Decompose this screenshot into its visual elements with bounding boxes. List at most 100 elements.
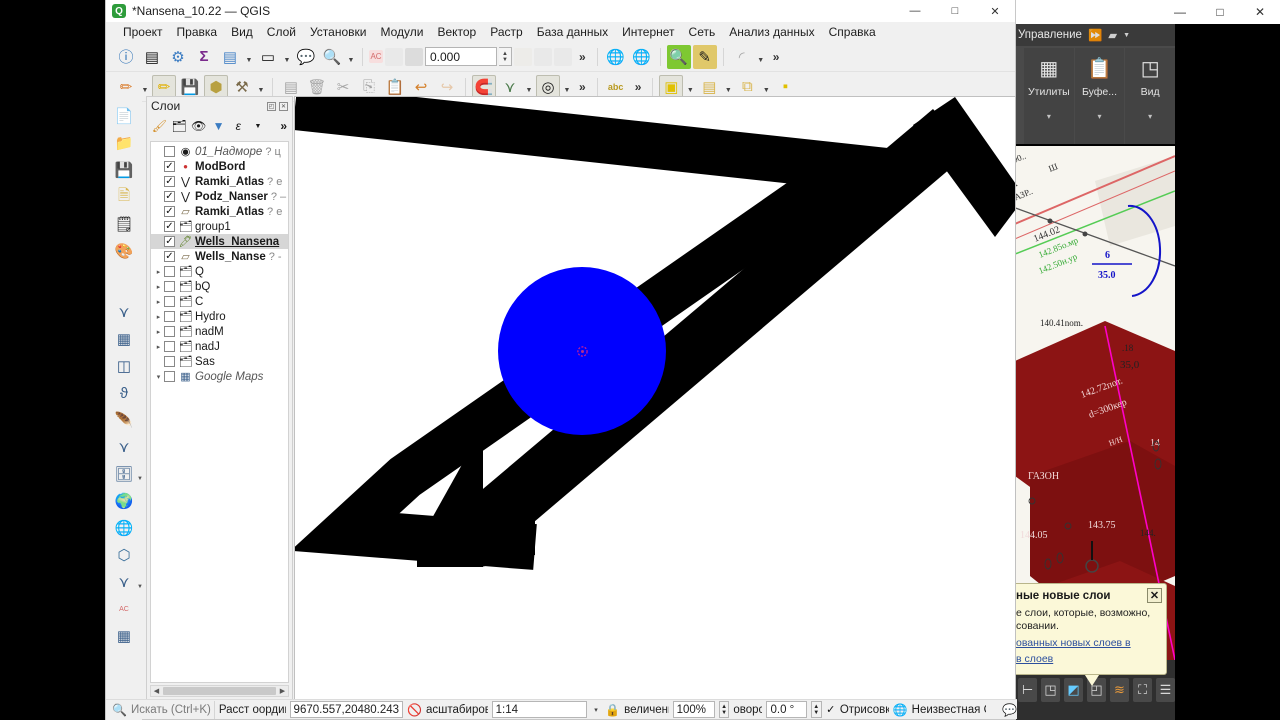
panel-overflow-button[interactable]: » (275, 117, 292, 135)
chevron-down-icon[interactable]: ▾ (591, 706, 601, 714)
menu-help[interactable]: Справка (822, 22, 883, 42)
magnifier-spinner[interactable]: ▲ ▼ (718, 701, 730, 718)
chevron-down-icon[interactable]: ▾ (1047, 112, 1051, 121)
select-features-icon[interactable]: ▣ (659, 74, 684, 99)
ribbon-tab-label[interactable]: Управление (1018, 29, 1082, 41)
annotation-ac-icon[interactable]: AC (369, 50, 383, 63)
scrollbar-thumb[interactable] (163, 687, 276, 695)
statistical-summary-icon[interactable]: Σ (192, 45, 216, 69)
abacus-icon[interactable]: ▤ (140, 45, 164, 69)
current-edits-icon[interactable]: ✏ (114, 75, 138, 99)
chevron-down-icon[interactable]: ▼ (250, 117, 267, 135)
select-value-icon[interactable]: ▪ (773, 75, 797, 99)
measure-line-icon[interactable]: ▭ (256, 45, 280, 69)
menu-mesh[interactable]: Сеть (682, 22, 723, 42)
chevron-down-icon[interactable]: ▼ (346, 45, 356, 69)
bg-minimize-button[interactable]: — (1160, 0, 1200, 24)
menu-settings[interactable]: Установки (303, 22, 373, 42)
close-button[interactable]: ✕ (975, 0, 1015, 22)
layer-row-11[interactable]: ▸ 🗂 Hydro (151, 309, 288, 324)
ortho-icon[interactable]: ⊢ (1018, 678, 1037, 702)
chevron-down-icon[interactable]: ▼ (723, 75, 733, 99)
save-project-icon[interactable]: 💾 (111, 158, 137, 182)
expand-toggle[interactable]: ▾ (153, 373, 164, 381)
layer-checkbox[interactable]: ✓ (164, 206, 175, 217)
layer-checkbox[interactable] (164, 371, 175, 382)
layer-checkbox[interactable] (164, 326, 175, 337)
select-by-expression-icon[interactable]: ▤ (697, 75, 721, 99)
rotation-field[interactable]: 0.0 ° (766, 701, 807, 718)
chevron-down-icon[interactable]: ▼ (140, 75, 150, 99)
menu-raster[interactable]: Растр (483, 22, 529, 42)
expand-toggle[interactable]: ▸ (153, 268, 164, 276)
expand-toggle[interactable]: ▸ (153, 298, 164, 306)
layer-row-15[interactable]: ▾ ▦ Google Maps (151, 369, 288, 384)
layer-checkbox[interactable]: ✓ (164, 236, 175, 247)
metasearch-icon[interactable]: 🌐 (630, 45, 654, 69)
bg-close-button[interactable]: ✕ (1240, 0, 1280, 24)
numeric-value-field[interactable]: 0.000 (425, 47, 497, 66)
chevron-down-icon[interactable]: ▼ (756, 45, 766, 69)
zoom-full-icon[interactable]: 🔍 (666, 44, 691, 69)
chevron-down-icon[interactable]: ▼ (685, 75, 695, 99)
coordinate-field[interactable]: 9670.557,20480.243 (289, 701, 404, 718)
layer-checkbox[interactable]: ✓ (164, 251, 175, 262)
layer-checkbox[interactable] (164, 356, 175, 367)
layer-row-6[interactable]: ✓ 🖊 Wells_Nansena (151, 234, 288, 249)
chevron-down-icon[interactable]: ▾ (1148, 112, 1152, 121)
chevron-down-icon[interactable]: ▼ (524, 75, 534, 99)
expression-filter-icon[interactable]: ε (230, 117, 247, 135)
scroll-right-icon[interactable]: ▶ (277, 687, 288, 695)
layer-checkbox[interactable]: ✓ (164, 191, 175, 202)
toggle-editing-icon[interactable]: ✏ (152, 74, 176, 99)
digitizing-overflow-1[interactable]: » (574, 80, 591, 94)
expand-toggle[interactable]: ▸ (153, 328, 164, 336)
messages-icon[interactable]: 💬 (1002, 703, 1017, 717)
layers-horizontal-scrollbar[interactable]: ◀ ▶ (150, 685, 289, 697)
layer-row-12[interactable]: ▸ 🗂 nadM (151, 324, 288, 339)
maximize-button[interactable]: □ (935, 0, 975, 22)
background-ribbon-tabbar[interactable]: Управление ⏩ ▰ ▼ (1010, 24, 1175, 46)
layer-checkbox[interactable] (164, 296, 175, 307)
panel-float-button[interactable]: ◰ (267, 101, 276, 111)
add-mssql-layer-icon[interactable]: 🗄 ▼ (111, 462, 143, 486)
render-checkbox[interactable]: ✓ (826, 704, 836, 716)
fullscreen-icon[interactable]: ⛶ (1133, 678, 1152, 702)
undo-icon[interactable]: ↩ (409, 75, 433, 99)
map-canvas[interactable] (294, 96, 1016, 700)
menu-database[interactable]: База данных (530, 22, 615, 42)
expand-toggle[interactable]: ▸ (153, 343, 164, 351)
deselect-icon[interactable]: ⧉ (735, 75, 759, 99)
chevron-down-icon[interactable]: ▾ (1098, 112, 1102, 121)
snapping-magnet-icon[interactable]: 🧲 (472, 74, 496, 99)
fast-forward-icon[interactable]: ⏩ (1088, 28, 1102, 42)
minimize-button[interactable]: — (895, 0, 935, 22)
layer-row-7[interactable]: ✓ ▱ Wells_Nanse ? - (151, 249, 288, 264)
chevron-down-icon[interactable]: ▼ (244, 45, 254, 69)
options-gear-icon[interactable]: ⚙ (166, 45, 190, 69)
layer-checkbox[interactable]: ✓ (164, 221, 175, 232)
layer-row-5[interactable]: ✓ 🗂 group1 (151, 219, 288, 234)
layer-checkbox[interactable] (164, 341, 175, 352)
add-postgis-layer-icon[interactable]: ⋎ (111, 435, 137, 459)
manage-visibility-icon[interactable]: 👁 (190, 117, 207, 135)
layer-tree[interactable]: ◉ 01_Надморе ? ц ✓ ● ModBord ✓ ⋁ Ramki_A… (150, 141, 289, 683)
menu-plugins[interactable]: Модули (373, 22, 430, 42)
add-wfs-layer-icon[interactable]: ⬡ (111, 543, 137, 567)
chevron-down-icon[interactable]: ▼ (282, 45, 292, 69)
panel-close-button[interactable]: ✕ (279, 101, 288, 111)
add-vector-layer-icon[interactable]: ⋎ (111, 300, 137, 324)
chevron-down-icon[interactable]: ▼ (1123, 32, 1130, 39)
new-project-icon[interactable]: 📄 (111, 104, 137, 128)
magnifier-field[interactable]: 100% (672, 701, 715, 718)
digitizing-overflow-2[interactable]: » (630, 80, 647, 94)
layer-row-3[interactable]: ✓ ⋁ Podz_Nanser ? – (151, 189, 288, 204)
style-manager-icon[interactable]: ✎ (692, 44, 717, 69)
expand-toggle[interactable]: ▸ (153, 313, 164, 321)
layer-checkbox[interactable]: ✓ (164, 176, 175, 187)
add-wms-layer-icon[interactable]: 🌐 (604, 45, 628, 69)
notification-link-2[interactable]: в слоев (1016, 653, 1160, 665)
layer-checkbox[interactable] (164, 281, 175, 292)
menu-vector[interactable]: Вектор (430, 22, 483, 42)
layer-row-4[interactable]: ✓ ▱ Ramki_Atlas ? e (151, 204, 288, 219)
